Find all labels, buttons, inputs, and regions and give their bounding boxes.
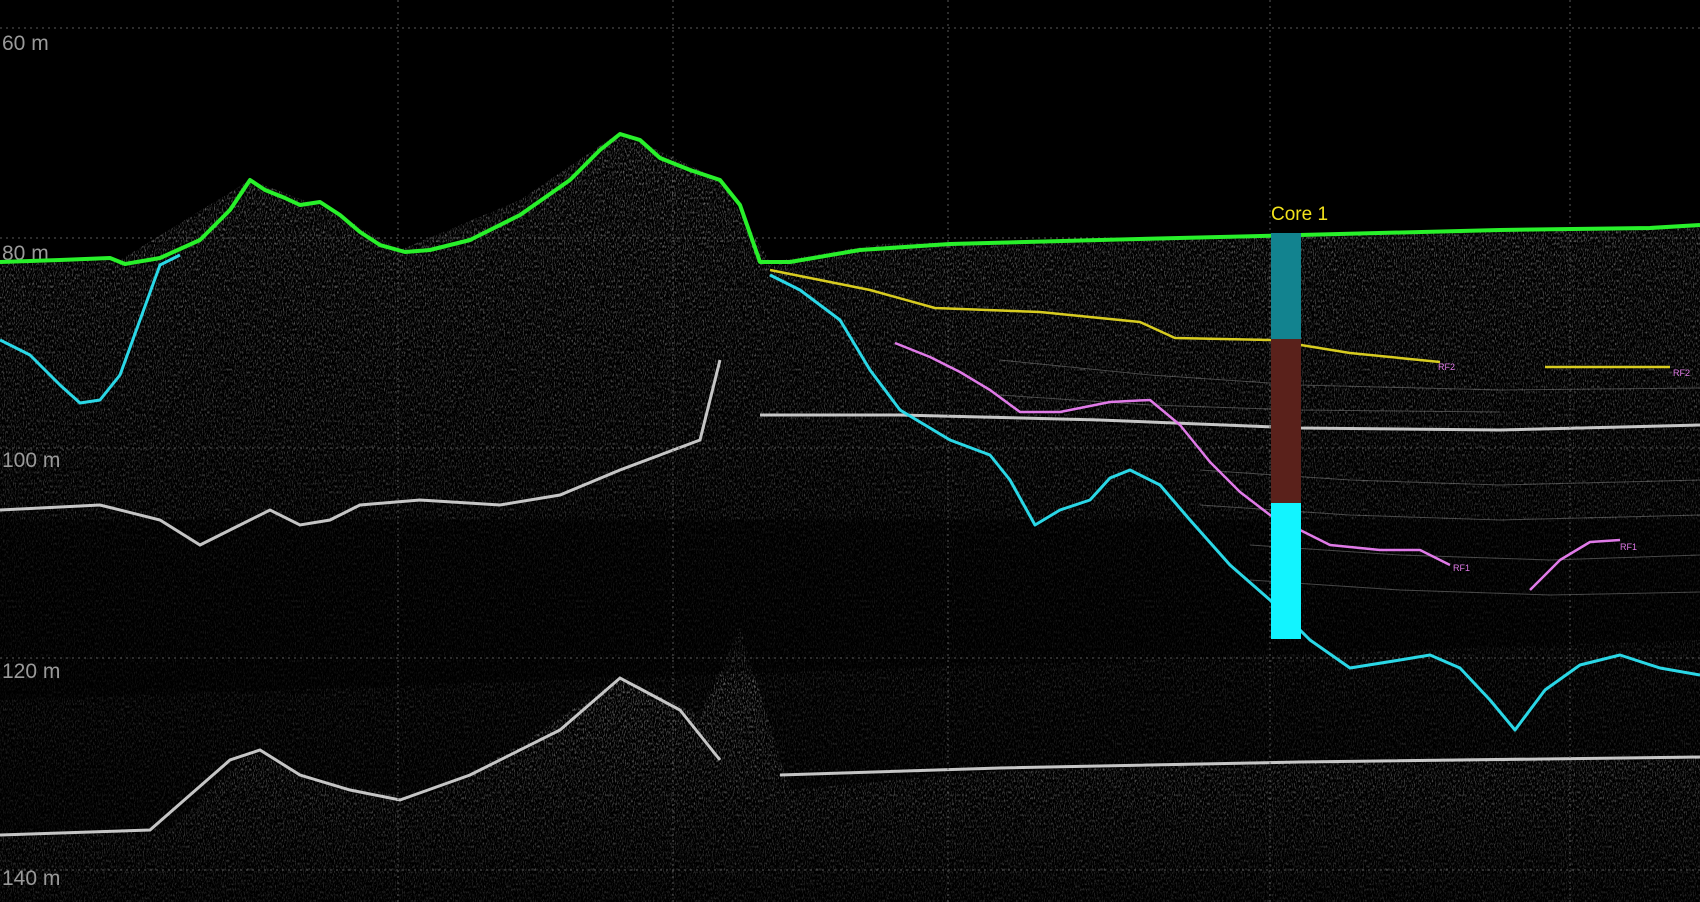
tag-rf2-a: RF2 bbox=[1438, 362, 1455, 372]
core-segment-lower bbox=[1271, 503, 1301, 639]
tag-rf1-b: RF1 bbox=[1620, 542, 1637, 552]
depth-label-140: 140 m bbox=[2, 867, 60, 890]
core-label: Core 1 bbox=[1271, 204, 1328, 225]
depth-label-60: 60 m bbox=[2, 32, 49, 55]
core-segment-upper bbox=[1271, 233, 1301, 339]
tag-rf2-b: RF2 bbox=[1673, 368, 1690, 378]
seismic-profile: 60 m 80 m 100 m 120 m 140 m RF2 RF2 RF1 … bbox=[0, 0, 1700, 902]
depth-label-120: 120 m bbox=[2, 660, 60, 683]
depth-label-100: 100 m bbox=[2, 449, 60, 472]
core-segment-middle bbox=[1271, 339, 1301, 503]
tag-rf1-a: RF1 bbox=[1453, 563, 1470, 573]
